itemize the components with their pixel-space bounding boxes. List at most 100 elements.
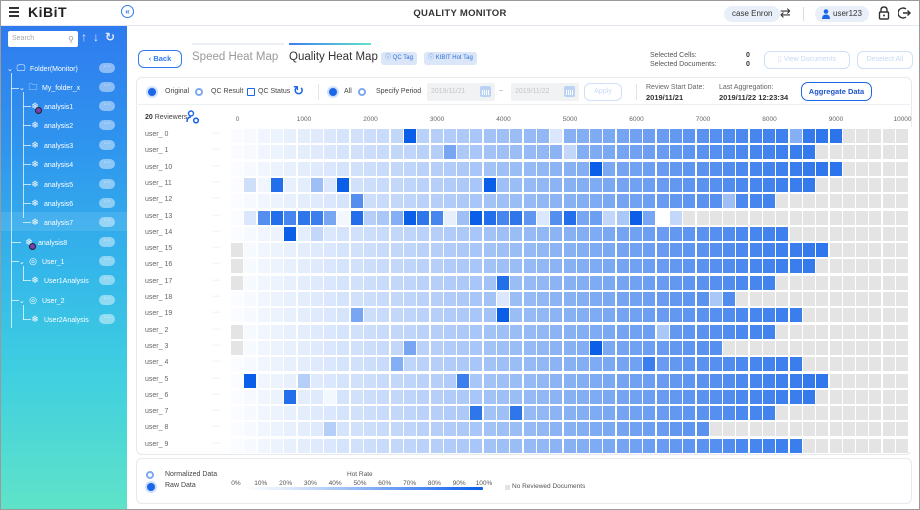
sort-up-icon[interactable]: ↑	[81, 30, 87, 44]
heatmap-cell[interactable]	[856, 226, 869, 241]
heatmap-cell[interactable]	[417, 324, 430, 339]
heatmap-cell[interactable]	[736, 292, 749, 306]
heatmap-cell[interactable]	[576, 389, 589, 404]
heatmap-cell[interactable]	[696, 243, 709, 258]
reviewer-more-button[interactable]: ···	[212, 326, 221, 333]
heatmap-cell[interactable]	[816, 422, 829, 437]
heatmap-cell[interactable]	[683, 275, 696, 290]
heatmap-cell[interactable]	[297, 194, 310, 209]
heatmap-cell[interactable]	[443, 177, 456, 192]
heatmap-cell[interactable]	[403, 194, 416, 209]
heatmap-cell[interactable]	[270, 308, 283, 323]
heatmap-cell[interactable]	[430, 324, 443, 339]
heatmap-cell[interactable]	[377, 292, 390, 306]
heatmap-cell[interactable]	[563, 389, 576, 404]
more-options-button[interactable]: ···	[99, 82, 115, 92]
heatmap-cell[interactable]	[510, 422, 523, 437]
heatmap-cell[interactable]	[896, 177, 908, 192]
heatmap-cell[interactable]	[590, 177, 603, 192]
heatmap-cell[interactable]	[337, 373, 350, 388]
heatmap-cell[interactable]	[842, 357, 855, 372]
heatmap-cell[interactable]	[696, 292, 709, 306]
heatmap-cell[interactable]	[869, 177, 882, 192]
heatmap-cell[interactable]	[669, 194, 682, 209]
heatmap-cell[interactable]	[297, 438, 310, 453]
heatmap-cell[interactable]	[297, 357, 310, 372]
heatmap-cell[interactable]	[443, 145, 456, 160]
heatmap-cell[interactable]	[350, 177, 363, 192]
heatmap-cell[interactable]	[443, 357, 456, 372]
heatmap-cell[interactable]	[403, 243, 416, 258]
heatmap-cell[interactable]	[324, 210, 337, 225]
heatmap-cell[interactable]	[377, 243, 390, 258]
heatmap-cell[interactable]	[257, 340, 270, 355]
heatmap-cell[interactable]	[802, 129, 815, 143]
heatmap-cell[interactable]	[630, 177, 642, 192]
heatmap-cell[interactable]	[882, 389, 895, 404]
heatmap-cell[interactable]	[257, 194, 270, 209]
heatmap-cell[interactable]	[696, 406, 709, 421]
heatmap-cell[interactable]	[417, 340, 430, 355]
heatmap-cell[interactable]	[842, 275, 855, 290]
date-to-input[interactable]: 2019/11/22	[511, 83, 579, 101]
heatmap-cell[interactable]	[377, 389, 390, 404]
heatmap-cell[interactable]	[696, 357, 709, 372]
heatmap-cell[interactable]	[630, 161, 642, 176]
radio-specify-period[interactable]	[358, 88, 366, 96]
heatmap-cell[interactable]	[377, 340, 390, 355]
heatmap-cell[interactable]	[896, 340, 908, 355]
heatmap-cell[interactable]	[430, 406, 443, 421]
more-options-button[interactable]: ···	[99, 198, 115, 208]
heatmap-cell[interactable]	[656, 422, 669, 437]
heatmap-cell[interactable]	[576, 422, 589, 437]
heatmap-cell[interactable]	[403, 324, 416, 339]
heatmap-cell[interactable]	[776, 161, 789, 176]
heatmap-cell[interactable]	[723, 438, 736, 453]
heatmap-cell[interactable]	[749, 259, 762, 274]
heatmap-cell[interactable]	[842, 373, 855, 388]
heatmap-cell[interactable]	[709, 438, 722, 453]
heatmap-cell[interactable]	[802, 340, 815, 355]
heatmap-cell[interactable]	[789, 422, 802, 437]
reviewer-row-label[interactable]: user_ 12	[145, 196, 172, 203]
heatmap-cell[interactable]	[816, 243, 829, 258]
heatmap-cell[interactable]	[483, 177, 496, 192]
heatmap-cell[interactable]	[656, 340, 669, 355]
heatmap-cell[interactable]	[244, 243, 257, 258]
heatmap-cell[interactable]	[244, 226, 257, 241]
heatmap-cell[interactable]	[417, 373, 430, 388]
heatmap-cell[interactable]	[270, 406, 283, 421]
heatmap-cell[interactable]	[776, 406, 789, 421]
heatmap-cell[interactable]	[523, 292, 536, 306]
heatmap-cell[interactable]	[749, 422, 762, 437]
heatmap-cell[interactable]	[470, 438, 483, 453]
heatmap-cell[interactable]	[656, 129, 669, 143]
heatmap-cell[interactable]	[390, 438, 403, 453]
heatmap-cell[interactable]	[417, 259, 430, 274]
reviewer-row-label[interactable]: user_ 11	[145, 180, 172, 187]
heatmap-cell[interactable]	[683, 259, 696, 274]
heatmap-cell[interactable]	[536, 438, 549, 453]
heatmap-cell[interactable]	[350, 161, 363, 176]
heatmap-cell[interactable]	[723, 340, 736, 355]
heatmap-cell[interactable]	[231, 194, 243, 209]
heatmap-cell[interactable]	[749, 406, 762, 421]
heatmap-cell[interactable]	[244, 145, 257, 160]
heatmap-cell[interactable]	[723, 161, 736, 176]
heatmap-cell[interactable]	[643, 340, 656, 355]
heatmap-cell[interactable]	[763, 177, 775, 192]
heatmap-cell[interactable]	[630, 145, 642, 160]
heatmap-cell[interactable]	[297, 226, 310, 241]
heatmap-cell[interactable]	[403, 406, 416, 421]
heatmap-cell[interactable]	[231, 243, 243, 258]
heatmap-cell[interactable]	[896, 438, 908, 453]
heatmap-cell[interactable]	[736, 340, 749, 355]
heatmap-cell[interactable]	[763, 438, 775, 453]
heatmap-cell[interactable]	[736, 243, 749, 258]
heatmap-cell[interactable]	[829, 210, 842, 225]
heatmap-cell[interactable]	[683, 210, 696, 225]
heatmap-cell[interactable]	[536, 324, 549, 339]
heatmap-cell[interactable]	[776, 340, 789, 355]
heatmap-cell[interactable]	[550, 373, 563, 388]
sidebar-search-input[interactable]: Search ⚲	[8, 31, 78, 47]
